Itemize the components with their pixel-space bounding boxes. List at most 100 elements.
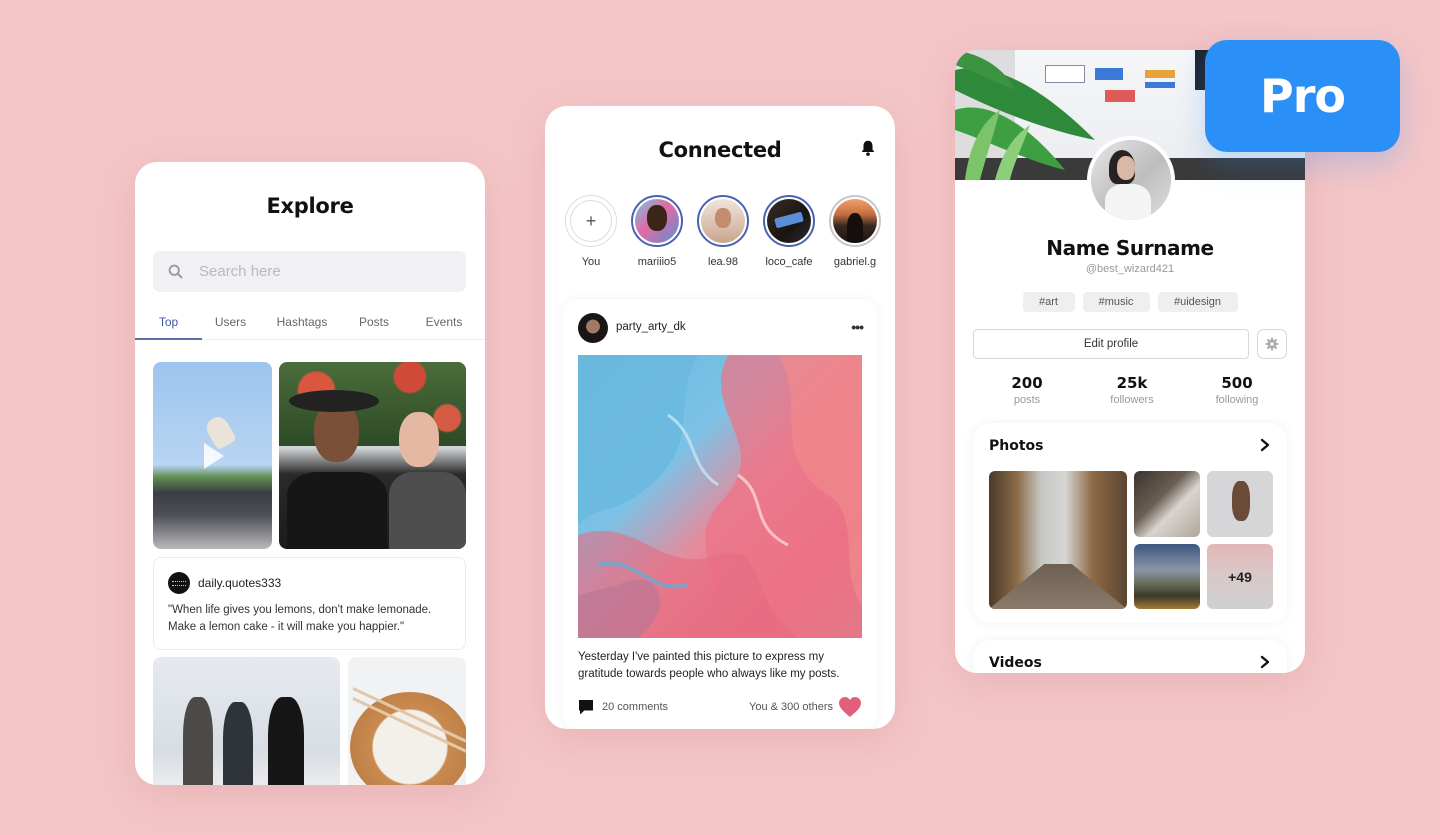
likes-info: You & 300 others [749, 696, 862, 718]
more-options-icon[interactable]: ••• [851, 319, 864, 335]
quote-user-avatar[interactable] [168, 572, 190, 594]
face [715, 208, 731, 228]
quote-post[interactable]: daily.quotes333 "When life gives you lem… [153, 557, 466, 650]
feed-post: party_arty_dk ••• Yesterday I've painted… [563, 299, 877, 729]
profile-tags: #art #music #uidesign [955, 292, 1305, 312]
stat-label: following [1215, 394, 1259, 406]
videos-title: Videos [989, 655, 1042, 671]
person-2 [223, 702, 253, 785]
quote-username[interactable]: daily.quotes333 [198, 576, 281, 590]
more-photos-count: +49 [1228, 568, 1252, 585]
comments-link[interactable]: 20 comments [578, 699, 668, 715]
stat-label: followers [1110, 394, 1154, 406]
tab-hashtags[interactable]: Hashtags [259, 312, 345, 340]
silhouette [847, 213, 863, 243]
story-avatar [635, 199, 679, 243]
stat-following[interactable]: 500 following [1192, 374, 1282, 406]
tag-chip[interactable]: #uidesign [1157, 292, 1238, 312]
story-item[interactable]: gabriel.g [827, 195, 883, 268]
search-bar[interactable] [153, 251, 466, 292]
search-input[interactable] [199, 263, 439, 280]
story-avatar [701, 199, 745, 243]
tag-chip[interactable]: #art [1022, 292, 1075, 312]
story-avatar [767, 199, 811, 243]
settings-button[interactable] [1257, 329, 1287, 359]
story-ring [763, 195, 815, 247]
story-item[interactable]: loco_cafe [761, 195, 817, 268]
story-add[interactable]: + You [563, 195, 619, 268]
woman-shirt [389, 472, 466, 549]
post-caption: Yesterday I've painted this picture to e… [578, 651, 840, 680]
man-shirt [287, 472, 387, 549]
plus-icon[interactable]: + [570, 200, 612, 242]
hat [289, 390, 379, 412]
explore-screen: Explore Top Users Hashtags Posts Events … [135, 162, 485, 785]
explore-title: Explore [266, 194, 354, 218]
story-ring [697, 195, 749, 247]
dog [1232, 481, 1250, 521]
tab-users[interactable]: Users [202, 312, 259, 340]
woman-face [399, 412, 439, 467]
stat-posts[interactable]: 200 posts [982, 374, 1072, 406]
feed-screen: Connected + You mariiio5 lea.98 loco_caf… [545, 106, 895, 729]
tab-events[interactable]: Events [403, 312, 485, 340]
photo-more[interactable]: +49 [1207, 544, 1273, 609]
ui-mock [1105, 90, 1135, 102]
stat-value: 200 [1011, 374, 1043, 392]
explore-photo-couple[interactable] [279, 362, 466, 549]
story-ring: + [565, 195, 617, 247]
profile-name: Name Surname [1046, 236, 1214, 260]
post-author[interactable]: party_arty_dk [616, 321, 686, 333]
stat-followers[interactable]: 25k followers [1087, 374, 1177, 406]
tab-posts[interactable]: Posts [345, 312, 403, 340]
photos-title: Photos [989, 438, 1044, 454]
profile-avatar[interactable] [1087, 136, 1175, 224]
person-1 [183, 697, 213, 785]
stat-value: 25k [1116, 374, 1148, 392]
tag-chip[interactable]: #music [1082, 292, 1150, 312]
photo-dog[interactable] [1207, 471, 1273, 537]
street-road [989, 564, 1127, 609]
explore-photo-friends[interactable] [153, 657, 340, 785]
profile-stats: 200 posts 25k followers 500 following [982, 374, 1282, 406]
tab-top[interactable]: Top [135, 312, 202, 340]
story-ring [829, 195, 881, 247]
search-icon [168, 264, 183, 279]
ui-mock [1145, 70, 1175, 78]
profile-handle: @best_wizard421 [1085, 263, 1175, 275]
cafe-sign [774, 211, 804, 229]
likes-text: You & 300 others [749, 701, 833, 713]
chevron-right-icon[interactable] [1259, 655, 1271, 669]
story-label: gabriel.g [833, 256, 877, 268]
story-label: You [581, 256, 601, 268]
face [1117, 156, 1135, 180]
chevron-right-icon[interactable] [1259, 438, 1271, 452]
explore-photo-dumplings[interactable] [348, 657, 466, 785]
quote-text: "When life gives you lemons, don't make … [168, 604, 432, 633]
photo-mountain[interactable] [1134, 544, 1200, 609]
pro-badge: Pro [1205, 40, 1400, 152]
story-item[interactable]: lea.98 [695, 195, 751, 268]
person-3 [268, 697, 304, 785]
feed-title: Connected [658, 138, 782, 162]
stat-label: posts [1013, 394, 1041, 406]
bell-icon[interactable] [859, 139, 877, 157]
heart-icon[interactable] [838, 696, 862, 718]
post-image[interactable] [578, 355, 862, 638]
post-footer: 20 comments You & 300 others [578, 696, 862, 718]
edit-profile-button[interactable]: Edit profile [973, 329, 1249, 359]
photo-street[interactable] [989, 471, 1127, 609]
play-icon[interactable] [203, 442, 224, 469]
photos-section: Photos +49 [973, 423, 1287, 623]
story-item[interactable]: mariiio5 [629, 195, 685, 268]
comment-icon [579, 700, 593, 714]
explore-video-tile[interactable] [153, 362, 272, 549]
marble-painting [578, 355, 862, 638]
photo-drawing[interactable] [1134, 471, 1200, 537]
story-label: mariiio5 [637, 256, 677, 268]
post-author-avatar[interactable] [578, 313, 608, 343]
videos-section: Videos [973, 640, 1287, 673]
explore-tabs: Top Users Hashtags Posts Events [135, 312, 485, 340]
stat-value: 500 [1221, 374, 1253, 392]
story-label: lea.98 [708, 256, 738, 268]
